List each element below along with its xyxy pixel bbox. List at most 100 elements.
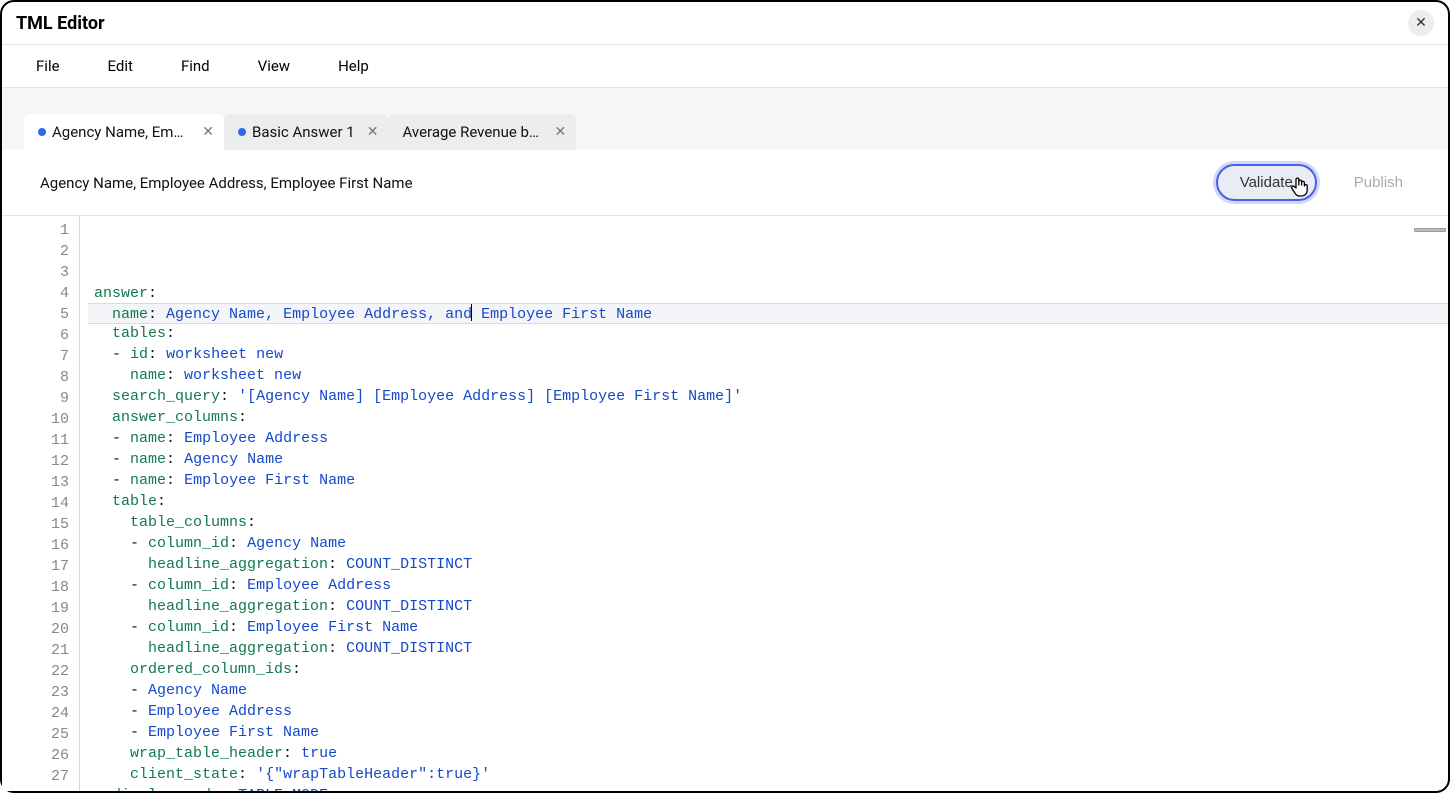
menubar: File Edit Find View Help bbox=[2, 45, 1448, 88]
tab-close-icon[interactable]: ✕ bbox=[367, 124, 379, 140]
line-number: 3 bbox=[2, 262, 69, 283]
code-line[interactable]: - id: worksheet new bbox=[88, 344, 1448, 365]
token-p: - bbox=[112, 346, 130, 363]
token-p: - bbox=[130, 619, 148, 636]
menu-view[interactable]: View bbox=[258, 57, 290, 75]
token-p: : bbox=[328, 598, 346, 615]
titlebar: TML Editor ✕ bbox=[2, 2, 1448, 45]
line-number: 24 bbox=[2, 703, 69, 724]
token-ind bbox=[94, 346, 112, 363]
line-number: 18 bbox=[2, 577, 69, 598]
code-line[interactable]: - name: Employee First Name bbox=[88, 470, 1448, 491]
code-line[interactable]: - name: Agency Name bbox=[88, 449, 1448, 470]
token-p: : bbox=[283, 745, 301, 762]
token-ind bbox=[94, 493, 112, 510]
token-p: - bbox=[112, 430, 130, 447]
token-key: display_mode bbox=[112, 787, 220, 791]
tab-close-icon[interactable]: ✕ bbox=[202, 124, 214, 140]
code-line[interactable]: tables: bbox=[88, 323, 1448, 344]
code-line[interactable]: - Employee Address bbox=[88, 701, 1448, 722]
code-line[interactable]: headline_aggregation: COUNT_DISTINCT bbox=[88, 596, 1448, 617]
token-ind bbox=[94, 766, 130, 783]
window-close-button[interactable]: ✕ bbox=[1408, 10, 1434, 36]
token-ind bbox=[94, 514, 130, 531]
token-str: COUNT_DISTINCT bbox=[346, 556, 472, 573]
token-p: : bbox=[229, 619, 247, 636]
token-ind bbox=[94, 306, 112, 323]
code-line[interactable]: search_query: '[Agency Name] [Employee A… bbox=[88, 386, 1448, 407]
token-key: answer bbox=[94, 285, 148, 302]
line-number: 8 bbox=[2, 367, 69, 388]
line-number: 12 bbox=[2, 451, 69, 472]
token-ind bbox=[94, 472, 112, 489]
token-ind bbox=[94, 787, 112, 791]
minimap-viewport-indicator[interactable] bbox=[1414, 228, 1446, 232]
token-p: - bbox=[112, 451, 130, 468]
line-number: 26 bbox=[2, 745, 69, 766]
token-str: TABLE_MODE bbox=[238, 787, 328, 791]
token-p: : bbox=[292, 661, 301, 678]
token-p: : bbox=[157, 493, 166, 510]
code-line[interactable]: ordered_column_ids: bbox=[88, 659, 1448, 680]
token-str: Agency Name bbox=[247, 535, 346, 552]
token-str: worksheet new bbox=[184, 367, 301, 384]
code-editor[interactable]: 1234567891011121314151617181920212223242… bbox=[2, 216, 1448, 791]
document-title: Agency Name, Employee Address, Employee … bbox=[40, 174, 413, 192]
code-line[interactable]: - Employee First Name bbox=[88, 722, 1448, 743]
tab-0[interactable]: Agency Name, Empl… ✕ bbox=[24, 114, 224, 150]
code-line[interactable]: table: bbox=[88, 491, 1448, 512]
token-p: : bbox=[328, 640, 346, 657]
token-ind bbox=[94, 367, 130, 384]
line-number: 17 bbox=[2, 556, 69, 577]
tab-row: Agency Name, Empl…✕Basic Answer 1✕Averag… bbox=[24, 114, 1448, 150]
token-str: Employee First Name bbox=[184, 472, 355, 489]
code-line[interactable]: table_columns: bbox=[88, 512, 1448, 533]
token-str: Employee Address bbox=[184, 430, 328, 447]
code-line[interactable]: - column_id: Employee Address bbox=[88, 575, 1448, 596]
token-p: - bbox=[130, 682, 148, 699]
menu-file[interactable]: File bbox=[36, 57, 60, 75]
token-key: column_id bbox=[148, 619, 229, 636]
code-area[interactable]: answer: name: Agency Name, Employee Addr… bbox=[80, 216, 1448, 791]
code-line[interactable]: answer: bbox=[88, 283, 1448, 304]
code-line[interactable]: - Agency Name bbox=[88, 680, 1448, 701]
token-p: - bbox=[130, 535, 148, 552]
token-key: name bbox=[130, 367, 166, 384]
tab-2[interactable]: Average Revenue by P… ✕ bbox=[388, 114, 576, 150]
token-ind bbox=[94, 325, 112, 342]
token-str: Agency Name, Employee Address, and bbox=[166, 306, 472, 323]
code-line[interactable]: display_mode: TABLE_MODE bbox=[88, 785, 1448, 791]
menu-help[interactable]: Help bbox=[338, 57, 369, 75]
token-p: : bbox=[148, 285, 157, 302]
code-line[interactable]: - column_id: Agency Name bbox=[88, 533, 1448, 554]
validate-button[interactable]: Validate bbox=[1216, 164, 1317, 201]
token-str: '[Agency Name] [Employee Address] [Emplo… bbox=[238, 388, 742, 405]
tab-close-icon[interactable]: ✕ bbox=[554, 124, 566, 140]
token-ind bbox=[94, 535, 130, 552]
token-key: client_state bbox=[130, 766, 238, 783]
line-number: 14 bbox=[2, 493, 69, 514]
menu-edit[interactable]: Edit bbox=[108, 57, 133, 75]
code-line[interactable]: - column_id: Employee First Name bbox=[88, 617, 1448, 638]
line-number: 9 bbox=[2, 388, 69, 409]
token-p: - bbox=[130, 724, 148, 741]
publish-button: Publish bbox=[1331, 165, 1426, 200]
line-number: 13 bbox=[2, 472, 69, 493]
tab-1[interactable]: Basic Answer 1✕ bbox=[224, 114, 388, 150]
menu-find[interactable]: Find bbox=[181, 57, 210, 75]
token-key: column_id bbox=[148, 535, 229, 552]
code-line[interactable]: headline_aggregation: COUNT_DISTINCT bbox=[88, 554, 1448, 575]
token-ind bbox=[94, 745, 130, 762]
token-ind bbox=[94, 598, 148, 615]
code-line[interactable]: answer_columns: bbox=[88, 407, 1448, 428]
code-line[interactable]: wrap_table_header: true bbox=[88, 743, 1448, 764]
tab-label: Average Revenue by P… bbox=[402, 123, 542, 141]
code-line[interactable]: name: worksheet new bbox=[88, 365, 1448, 386]
line-number: 23 bbox=[2, 682, 69, 703]
code-line[interactable]: headline_aggregation: COUNT_DISTINCT bbox=[88, 638, 1448, 659]
tab-label: Agency Name, Empl… bbox=[52, 123, 190, 141]
code-line[interactable]: name: Agency Name, Employee Address, and… bbox=[88, 303, 1448, 324]
code-line[interactable]: - name: Employee Address bbox=[88, 428, 1448, 449]
token-ind bbox=[94, 556, 148, 573]
code-line[interactable]: client_state: '{"wrapTableHeader":true}' bbox=[88, 764, 1448, 785]
